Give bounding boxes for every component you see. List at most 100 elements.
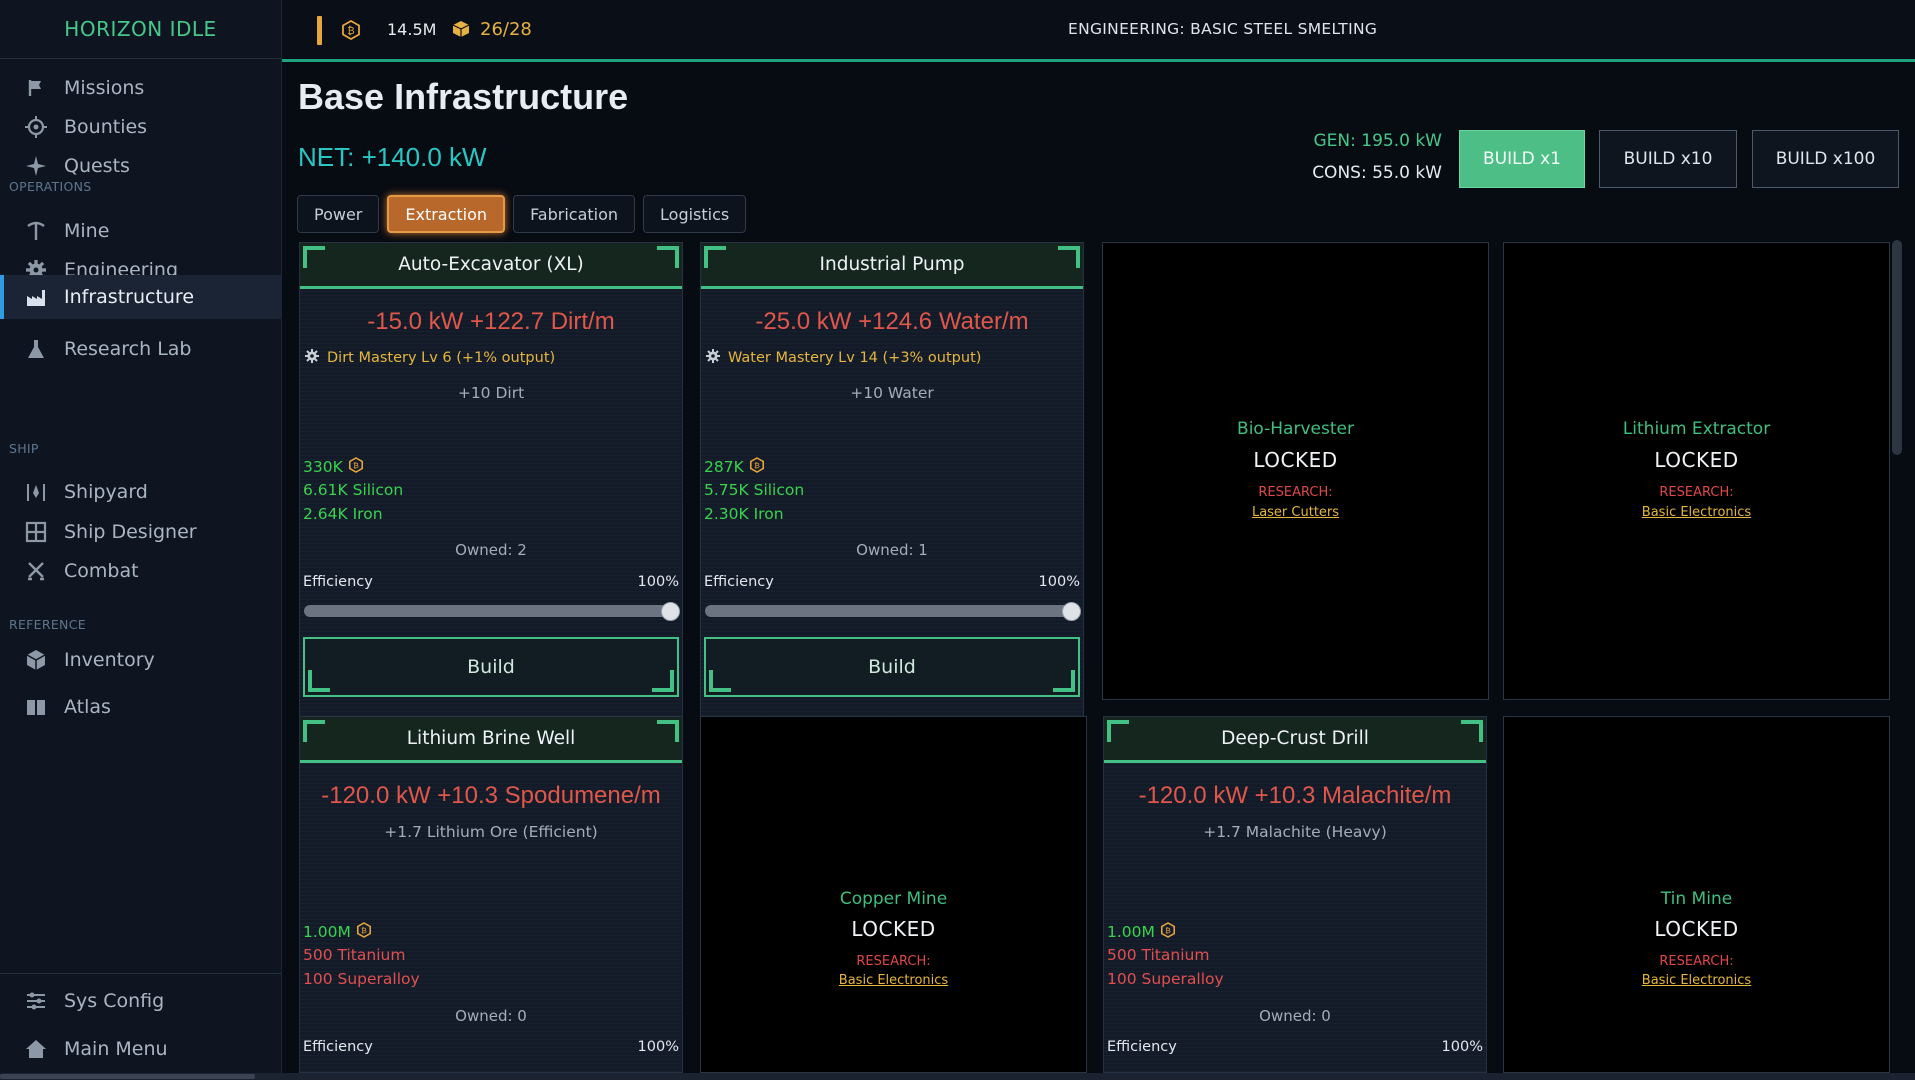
locked-card-title: Lithium Extractor [1622, 419, 1771, 439]
card-title: Industrial Pump [819, 254, 965, 275]
mastery-text: Dirt Mastery Lv 6 (+1% output) [327, 350, 556, 366]
tab-power[interactable]: Power [297, 195, 380, 233]
svg-text:₿: ₿ [1165, 926, 1171, 935]
cost-credits-value: 330K [303, 458, 343, 476]
bonus-output: +10 Dirt [457, 384, 525, 402]
flag-icon [24, 76, 48, 100]
build-x100-button[interactable]: BUILD x100 [1752, 130, 1899, 188]
efficiency-slider[interactable] [705, 602, 1081, 621]
sidebar-item-sys-config[interactable]: Sys Config [0, 979, 281, 1023]
sidebar-item-label: Ship Designer [64, 521, 197, 543]
sidebar-item-missions[interactable]: Missions [0, 66, 281, 110]
bonus-output: +1.7 Malachite (Heavy) [1203, 823, 1387, 841]
card-header: Lithium Brine Well [300, 717, 682, 763]
sidebar-item-main-menu[interactable]: Main Menu [0, 1027, 281, 1071]
sidebar-item-atlas[interactable]: Atlas [0, 685, 281, 729]
top-bar: ₿ 14.5M 26/28 ENGINEERING: BASIC STEEL S… [282, 0, 1915, 62]
owned-count: Owned: 0 [1259, 1007, 1331, 1025]
mastery-gear-icon [706, 349, 720, 367]
sidebar-item-label: Inventory [64, 649, 155, 671]
research-requirement-link[interactable]: Basic Electronics [1504, 505, 1889, 520]
section-operations: OPERATIONS [9, 179, 92, 194]
research-requirement-link[interactable]: Basic Electronics [701, 973, 1086, 988]
slider-knob[interactable] [661, 602, 680, 621]
section-reference: REFERENCE [9, 617, 86, 632]
horizontal-scrollbar[interactable] [0, 1073, 1915, 1080]
owned-count: Owned: 0 [455, 1007, 527, 1025]
sidebar-item-bounties[interactable]: Bounties [0, 105, 281, 149]
cost-superalloy: 100 Superalloy [1107, 970, 1224, 988]
research-requirement-link[interactable]: Basic Electronics [1504, 973, 1889, 988]
active-task-status: ENGINEERING: BASIC STEEL SMELTING [1068, 20, 1378, 38]
brand-title: HORIZON IDLE [0, 0, 281, 59]
sidebar-item-infrastructure[interactable]: Infrastructure [0, 275, 281, 319]
locked-card-bio-harvester: Bio-Harvester LOCKED RESEARCH: Laser Cut… [1102, 242, 1489, 700]
research-requirement-link[interactable]: Laser Cutters [1103, 505, 1488, 520]
scrollbar-thumb[interactable] [1892, 240, 1902, 455]
production-rate: -15.0 kW +122.7 Dirt/m [367, 308, 615, 335]
owned-count: Owned: 2 [455, 541, 527, 559]
sidebar-item-combat[interactable]: Combat [0, 549, 281, 593]
shipyard-icon [24, 480, 48, 504]
building-card-lithium-brine-well: Lithium Brine Well -120.0 kW +10.3 Spodu… [299, 716, 683, 1073]
build-x1-button[interactable]: BUILD x1 [1459, 130, 1585, 188]
card-title: Deep-Crust Drill [1221, 728, 1369, 749]
mastery-text: Water Mastery Lv 14 (+3% output) [728, 350, 982, 366]
sidebar-item-label: Infrastructure [64, 286, 195, 308]
sidebar-item-ship-designer[interactable]: Ship Designer [0, 510, 281, 554]
build-x10-button[interactable]: BUILD x10 [1599, 130, 1737, 188]
locked-card-title: Tin Mine [1660, 889, 1733, 909]
locked-card-copper-mine: Copper Mine LOCKED RESEARCH: Basic Elect… [700, 716, 1087, 1073]
credits-icon: ₿ [1160, 922, 1175, 942]
corner-decoration [303, 246, 325, 268]
tab-fabrication[interactable]: Fabrication [513, 195, 636, 233]
app-root: HORIZON IDLE Missions Bounties Quests OP… [0, 0, 1915, 1080]
build-button[interactable]: Build [704, 637, 1080, 697]
build-button-label: Build [467, 656, 515, 678]
credits-icon: ₿ [348, 457, 363, 477]
flask-icon [24, 337, 48, 361]
svg-text:₿: ₿ [347, 25, 354, 37]
cons-power: CONS: 55.0 kW [1312, 163, 1442, 183]
svg-text:₿: ₿ [361, 926, 367, 935]
build-button[interactable]: Build [303, 637, 679, 697]
card-header: Auto-Excavator (XL) [300, 243, 682, 289]
cost-titanium: 500 Titanium [303, 946, 406, 964]
vertical-scrollbar[interactable] [1892, 240, 1902, 1065]
cost-credits-value: 1.00M [1107, 923, 1155, 941]
svg-text:₿: ₿ [754, 461, 760, 470]
corner-decoration [657, 246, 679, 268]
section-ship: SHIP [9, 441, 39, 456]
tab-extraction[interactable]: Extraction [387, 195, 506, 233]
building-card-auto-excavator: Auto-Excavator (XL) -15.0 kW +122.7 Dirt… [299, 242, 683, 765]
slider-knob[interactable] [1062, 602, 1081, 621]
mastery-gear-icon [305, 349, 319, 367]
scrollbar-thumb[interactable] [0, 1074, 255, 1079]
efficiency-value: 100% [637, 1039, 679, 1055]
cargo-cube-icon [452, 20, 470, 42]
production-rate: -25.0 kW +124.6 Water/m [755, 308, 1029, 335]
sidebar-item-shipyard[interactable]: Shipyard [0, 470, 281, 514]
locked-card-title: Copper Mine [839, 889, 948, 909]
sidebar-item-inventory[interactable]: Inventory [0, 638, 281, 682]
cost-titanium: 500 Titanium [1107, 946, 1210, 964]
sparkle-icon [24, 154, 48, 178]
net-power: NET: +140.0 kW [298, 142, 487, 172]
book-icon [24, 695, 48, 719]
credits-icon: ₿ [356, 922, 371, 942]
efficiency-value: 100% [1441, 1039, 1483, 1055]
efficiency-label: Efficiency [704, 574, 774, 590]
category-tabs: Power Extraction Fabrication Logistics [297, 195, 747, 233]
sidebar-item-research-lab[interactable]: Research Lab [0, 327, 281, 371]
tab-logistics[interactable]: Logistics [643, 195, 747, 233]
corner-decoration [1058, 246, 1080, 268]
locked-card-lithium-extractor: Lithium Extractor LOCKED RESEARCH: Basic… [1503, 242, 1890, 700]
svg-text:₿: ₿ [353, 461, 359, 470]
sidebar-item-label: Combat [64, 560, 139, 582]
efficiency-value: 100% [637, 574, 679, 590]
sidebar-item-mine[interactable]: Mine [0, 209, 281, 253]
card-header: Industrial Pump [701, 243, 1083, 289]
research-label: RESEARCH: [1659, 485, 1734, 500]
locked-card-title: Bio-Harvester [1237, 419, 1354, 439]
efficiency-slider[interactable] [304, 602, 680, 621]
